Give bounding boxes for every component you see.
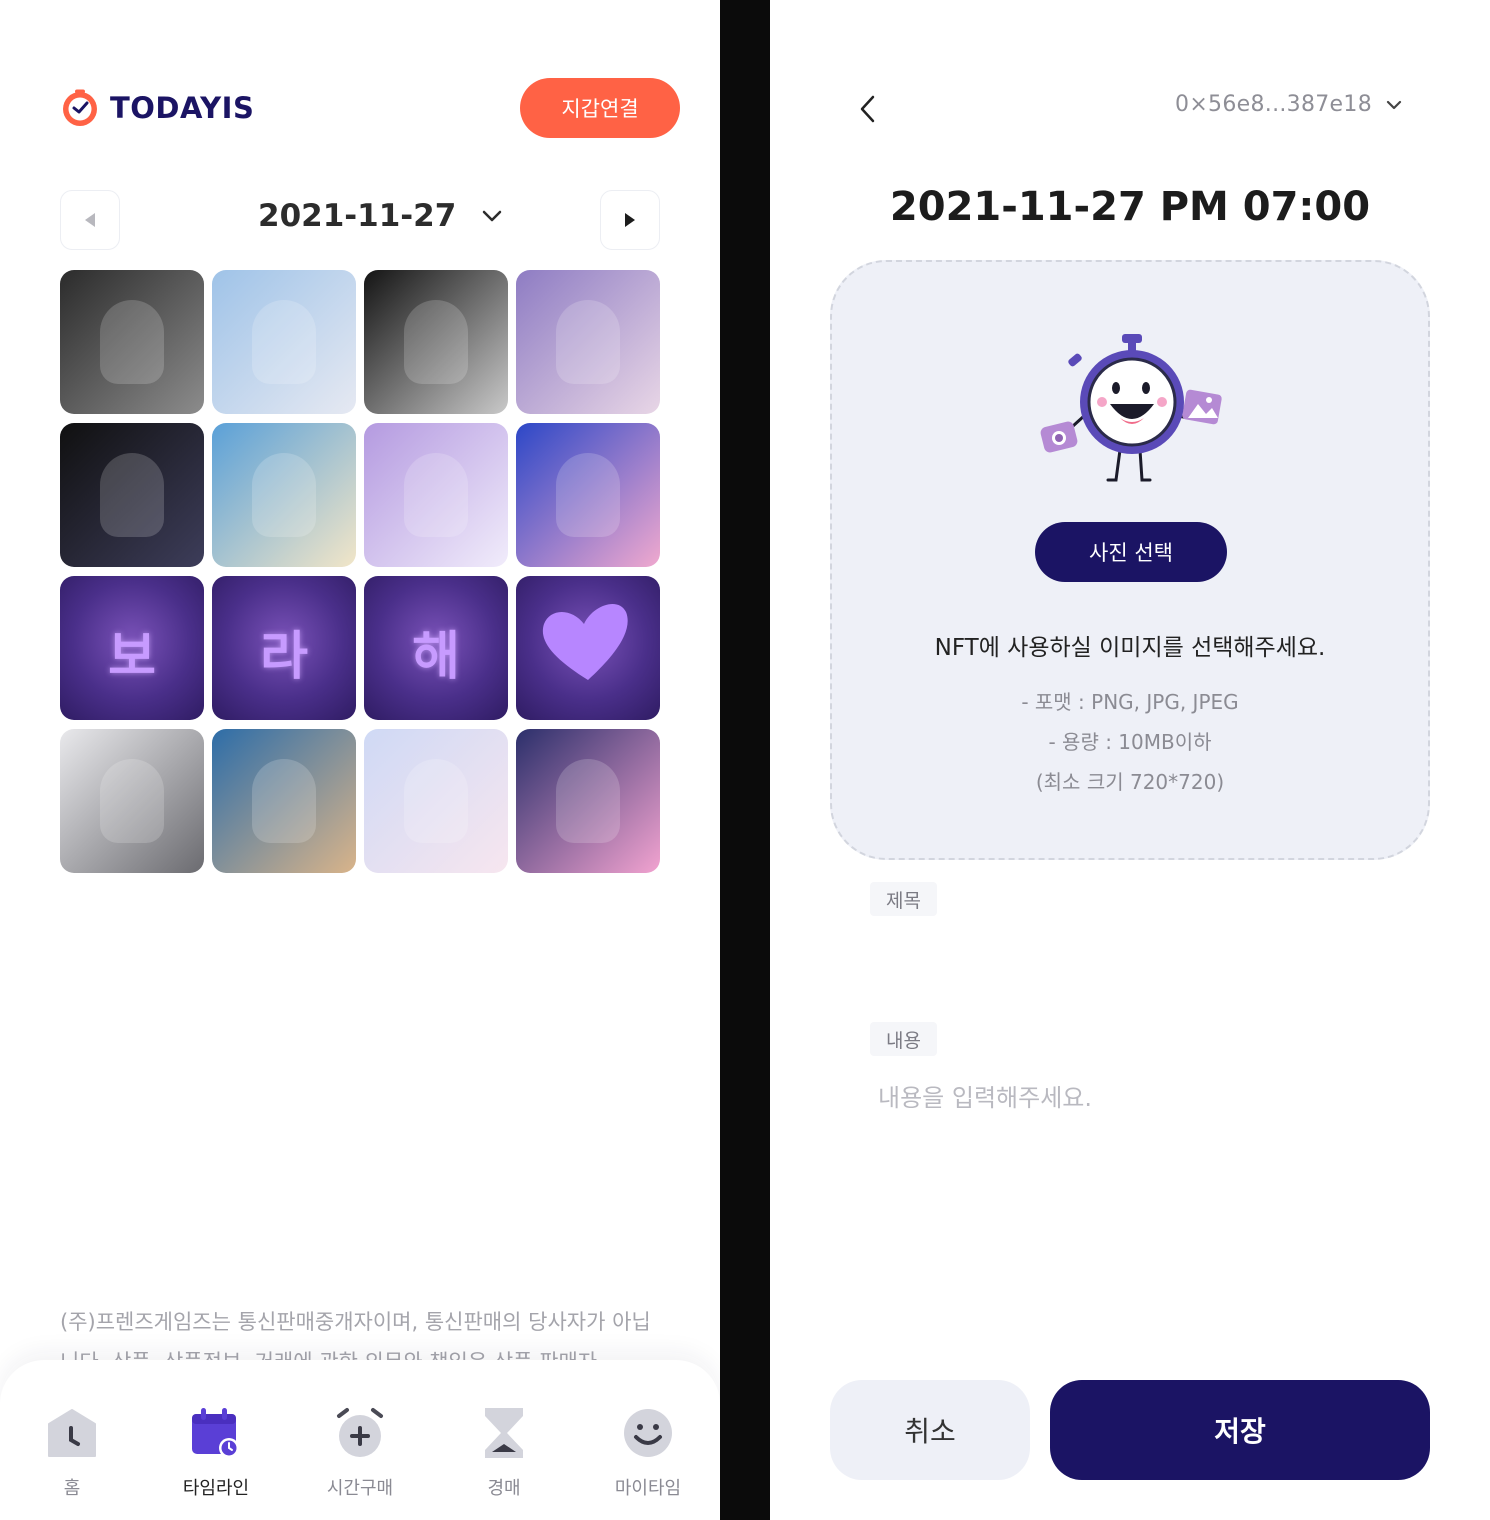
selected-datetime: 2021-11-27 PM 07:00 <box>889 184 1371 230</box>
photo-placeholder-icon <box>252 453 316 537</box>
calendar-clock-icon <box>192 1408 239 1458</box>
tab-auction-label: 경매 <box>487 1478 521 1499</box>
image-upload-area[interactable]: 사진 선택 NFT에 사용하실 이미지를 선택해주세요. - 포맷 : PNG,… <box>830 260 1430 860</box>
photo-placeholder-icon <box>556 300 620 384</box>
tab-my-time-label: 마이타임 <box>614 1478 682 1499</box>
photo-placeholder-icon <box>404 300 468 384</box>
photo-placeholder-icon <box>100 759 164 843</box>
photo-placeholder-icon <box>100 300 164 384</box>
nft-tile[interactable] <box>516 576 660 720</box>
logo-clock-icon <box>63 89 97 126</box>
photo-placeholder-icon <box>404 759 468 843</box>
tab-auction[interactable]: 경매 <box>444 1406 564 1500</box>
tab-timeline-label: 타임라인 <box>182 1478 250 1499</box>
nft-tile[interactable] <box>60 423 204 567</box>
nft-tile[interactable] <box>212 270 356 414</box>
nft-upload-screen: 0×56e8...387e18 2021-11-27 PM 07:00 사진 선… <box>770 0 1490 1520</box>
selected-date: 2021-11-27 <box>258 198 457 234</box>
connect-wallet-button[interactable]: 지갑연결 <box>520 78 680 138</box>
home-clock-icon <box>48 1409 96 1457</box>
spec-format: - 포맷 : PNG, JPG, JPEG <box>1021 690 1239 714</box>
date-selector[interactable]: 2021-11-27 <box>258 198 502 234</box>
tab-home-label: 홈 <box>63 1478 81 1499</box>
stopwatch-mascot-icon <box>1040 334 1222 482</box>
chevron-down-icon <box>1386 100 1402 109</box>
logo: TODAYIS <box>60 88 254 128</box>
title-label: 제목 <box>870 882 937 916</box>
select-photo-button[interactable]: 사진 선택 <box>1035 522 1227 582</box>
nft-tile[interactable] <box>364 270 508 414</box>
nft-tile[interactable] <box>516 729 660 873</box>
screen-divider <box>720 0 770 1520</box>
alarm-plus-icon <box>337 1408 383 1457</box>
tile-hangul-text: 해 <box>412 627 460 687</box>
timeline-screen: TODAYIS 지갑연결 2021-11-27 보라해 (주)프렌즈게임즈는 통… <box>0 0 720 1520</box>
tab-time-purchase[interactable]: 시간구매 <box>300 1406 420 1500</box>
content-label: 내용 <box>870 1022 937 1056</box>
nft-tile[interactable] <box>60 729 204 873</box>
smiley-icon <box>624 1409 672 1457</box>
tile-hangul-text: 라 <box>260 627 308 687</box>
tab-time-purchase-label: 시간구매 <box>326 1478 394 1499</box>
wallet-address: 0×56e8...387e18 <box>1175 92 1372 117</box>
triangle-left-icon <box>85 213 95 227</box>
tile-hangul-text: 보 <box>108 627 156 687</box>
nft-tile[interactable] <box>516 270 660 414</box>
tab-home[interactable]: 홈 <box>12 1406 132 1500</box>
photo-placeholder-icon <box>556 759 620 843</box>
photo-placeholder-icon <box>252 759 316 843</box>
nft-tile[interactable] <box>60 270 204 414</box>
wallet-address-dropdown[interactable]: 0×56e8...387e18 <box>1175 92 1402 117</box>
cancel-button[interactable]: 취소 <box>830 1380 1030 1480</box>
tab-timeline[interactable]: 타임라인 <box>156 1406 276 1500</box>
tab-my-time[interactable]: 마이타임 <box>588 1406 708 1500</box>
photo-placeholder-icon <box>100 453 164 537</box>
nft-tile[interactable] <box>212 729 356 873</box>
next-date-button[interactable] <box>600 190 660 250</box>
bottom-tab-bar: 홈 타임라인 시간구매 경매 마이타임 <box>0 1360 720 1520</box>
chevron-down-icon <box>483 210 502 222</box>
chevron-left-icon <box>860 95 875 123</box>
prev-date-button[interactable] <box>60 190 120 250</box>
nft-grid: 보라해 <box>60 270 660 873</box>
spec-size: - 용량 : 10MB이하 <box>1048 730 1212 754</box>
back-button[interactable] <box>850 92 884 126</box>
content-input[interactable] <box>878 1084 1398 1112</box>
photo-placeholder-icon <box>556 453 620 537</box>
nft-tile[interactable] <box>516 423 660 567</box>
save-button[interactable]: 저장 <box>1050 1380 1430 1480</box>
nft-tile[interactable]: 해 <box>364 576 508 720</box>
spec-min-size: (최소 크기 720*720) <box>1035 770 1225 794</box>
heart-icon <box>542 603 628 680</box>
nft-tile[interactable] <box>212 423 356 567</box>
hourglass-icon <box>485 1408 523 1458</box>
nft-tile[interactable] <box>364 729 508 873</box>
nft-tile[interactable]: 보 <box>60 576 204 720</box>
brand-name: TODAYIS <box>110 91 255 125</box>
upload-instructions: NFT에 사용하실 이미지를 선택해주세요. <box>934 635 1326 661</box>
photo-placeholder-icon <box>252 300 316 384</box>
nft-tile[interactable] <box>364 423 508 567</box>
triangle-right-icon <box>625 213 635 227</box>
photo-placeholder-icon <box>404 453 468 537</box>
nft-tile[interactable]: 라 <box>212 576 356 720</box>
